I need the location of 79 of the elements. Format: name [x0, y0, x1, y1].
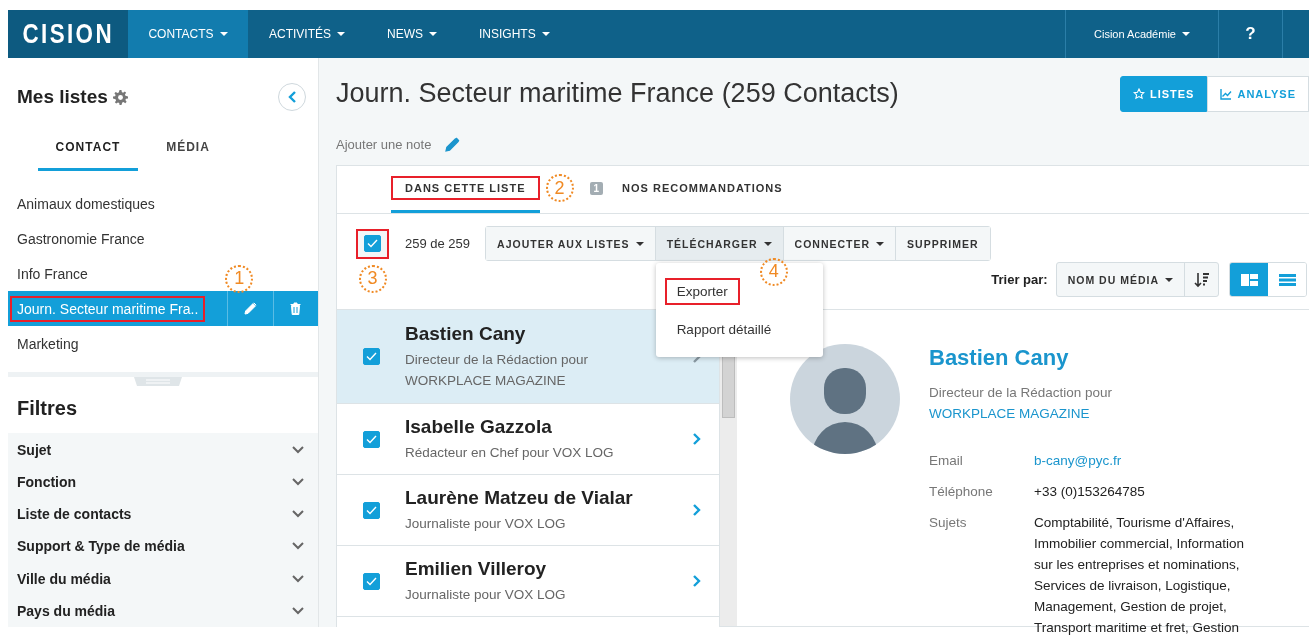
logo[interactable]: CISION: [8, 10, 128, 58]
step-number: 2: [545, 174, 574, 202]
checkbox[interactable]: [363, 430, 380, 448]
action-button[interactable]: CONNECTER: [782, 227, 896, 260]
filter-row[interactable]: Sujet: [8, 433, 318, 466]
caret-icon: [429, 32, 437, 36]
caret-icon: [219, 32, 228, 36]
contact-detail-name: Bastien Cany: [929, 345, 1070, 371]
checkbox[interactable]: [363, 348, 380, 365]
split-view-icon: [1240, 272, 1258, 287]
chart-icon: [1220, 87, 1233, 100]
list-item[interactable]: Animaux domestiques: [10, 190, 162, 217]
caret-icon: [763, 241, 772, 246]
contact-role: Directeur de la Rédaction pour: [929, 385, 1113, 400]
check-icon: [366, 505, 377, 515]
list-item[interactable]: Marketing: [10, 330, 86, 357]
count-badge: 1: [589, 181, 604, 195]
chevron-left-icon: [287, 91, 297, 103]
collapse-button[interactable]: [278, 83, 306, 111]
nav-menu-item[interactable]: ACTIVITÉS: [248, 10, 366, 58]
layout-toggle[interactable]: [1230, 263, 1268, 296]
chevron-right-icon[interactable]: [692, 432, 701, 446]
trash-icon[interactable]: [289, 302, 303, 315]
email-link[interactable]: b-cany@pyc.fr: [1034, 450, 1266, 471]
checkbox[interactable]: [364, 235, 381, 252]
caret-icon: [541, 32, 550, 36]
contact-name: Isabelle Gazzola: [405, 415, 553, 438]
contact-role: Journaliste pour VOX LOG: [405, 514, 567, 533]
list-item[interactable]: Gastronomie France: [10, 225, 152, 252]
selection-count: 259 de 259: [405, 236, 471, 251]
filter-row[interactable]: Liste de contacts: [8, 497, 318, 531]
sidebar-tab[interactable]: CONTACT: [38, 125, 138, 171]
list-view-icon: [1278, 272, 1296, 287]
sort-label: Trier par:: [991, 272, 1048, 287]
action-button[interactable]: SUPPRIMER: [895, 227, 990, 260]
field-label: Téléphone: [929, 483, 994, 501]
nav-menu-item[interactable]: CONTACTS: [128, 10, 248, 58]
field-value: Comptabilité, Tourisme d'Affaires, Immobilier commercial, Information sur les entreprises et nominations, Services de livraison, Logistique, Management, Gestion de projet, Transport maritime et fret, Gestion: [1034, 514, 1246, 637]
checkbox[interactable]: [363, 572, 380, 590]
field-label: Sujets: [929, 514, 968, 532]
add-note-link[interactable]: Ajouter une note: [336, 137, 432, 152]
check-icon: [366, 352, 377, 361]
contact-role: Directeur de la Rédaction pour WORKPLACE MAGAZINE: [405, 350, 590, 390]
check-icon: [366, 434, 377, 444]
contact-role: Rédacteur en Chef pour VOX LOG: [405, 443, 615, 462]
field-value: +33 (0)153264785: [1034, 483, 1146, 501]
nav-menu-item[interactable]: NEWS: [366, 10, 458, 58]
check-icon: [366, 576, 377, 586]
caret-icon: [1165, 277, 1173, 282]
resize-handle-icon[interactable]: [134, 377, 182, 386]
list-tab[interactable]: 1 NOS RECOMMANDATIONS: [589, 166, 797, 213]
sidebar-title: Mes listes: [17, 86, 108, 108]
checkbox[interactable]: [363, 501, 380, 519]
action-button[interactable]: AJOUTER AUX LISTES: [486, 227, 655, 260]
check-icon: [367, 239, 378, 248]
filter-row[interactable]: Ville du média: [8, 562, 318, 595]
field-label: Email: [929, 452, 964, 470]
caret-icon: [337, 32, 345, 36]
sidebar-tab[interactable]: MÉDIA: [138, 125, 238, 171]
step-number: 1: [225, 264, 254, 293]
chevron-right-icon[interactable]: [692, 574, 701, 588]
caret-icon: [1181, 32, 1190, 36]
star-icon: [1132, 87, 1145, 100]
filter-row[interactable]: Pays du média: [8, 594, 318, 627]
pencil-icon[interactable]: [445, 137, 461, 152]
chevron-right-icon[interactable]: [692, 503, 701, 517]
page-title: Journ. Secteur maritime France (259 Contacts): [336, 78, 900, 109]
contact-name: Laurène Matzeu de Vialar: [405, 486, 634, 509]
caret-icon: [635, 241, 644, 246]
sort-icon: [1193, 271, 1210, 288]
nav-menu-item[interactable]: INSIGHTS: [458, 10, 571, 58]
caret-icon: [876, 241, 885, 246]
contact-name: Emilien Villeroy: [405, 557, 548, 580]
filter-row[interactable]: Support & Type de média: [8, 530, 318, 563]
filter-row[interactable]: Fonction: [8, 465, 318, 498]
settings-icon[interactable]: [112, 89, 128, 105]
step-number: 3: [358, 264, 387, 293]
filters-heading: Filtres: [16, 396, 79, 422]
contact-role: Journaliste pour VOX LOG: [405, 585, 567, 604]
